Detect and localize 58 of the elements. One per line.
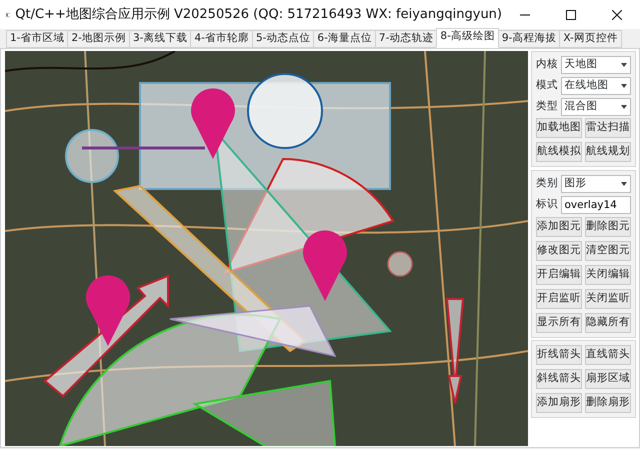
- arrow-overlay[interactable]: [43, 274, 169, 398]
- action-button[interactable]: 关闭监听: [584, 288, 631, 308]
- tab[interactable]: X-网页控件: [559, 30, 622, 48]
- input-field[interactable]: overlay14: [560, 196, 631, 214]
- caret-icon: [620, 182, 627, 186]
- triangle-overlay[interactable]: [169, 305, 336, 358]
- tab[interactable]: 5-动态点位: [252, 30, 314, 48]
- pin-icon[interactable]: [86, 275, 130, 346]
- tab[interactable]: 3-离线下载: [128, 30, 192, 48]
- triangle-overlay[interactable]: [192, 380, 336, 446]
- field-label: 类别: [536, 176, 558, 192]
- action-button[interactable]: 删除扇形: [584, 393, 631, 414]
- window-title: Qt/C++地图综合应用示例 V20250526 (QQ: 517216493 WX: feiyangqingyun): [15, 6, 502, 24]
- action-button[interactable]: 修改图元: [536, 240, 582, 260]
- action-button[interactable]: 雷达扫描: [584, 118, 631, 138]
- circle-overlay[interactable]: [65, 129, 119, 183]
- field-label: 内核: [536, 57, 558, 72]
- tab[interactable]: 2-地图示例: [67, 30, 130, 48]
- action-button[interactable]: 斜线箭头: [536, 369, 582, 390]
- field-label: 标识: [536, 196, 558, 212]
- action-button[interactable]: 添加图元: [536, 216, 582, 236]
- action-button[interactable]: 直线箭头: [584, 345, 631, 366]
- field-label: 类型: [536, 98, 558, 114]
- pin-icon[interactable]: [303, 230, 347, 301]
- action-button[interactable]: 折线箭头: [536, 345, 582, 366]
- action-button[interactable]: 航线模拟: [536, 142, 582, 162]
- action-button[interactable]: 添加扇形: [536, 393, 582, 414]
- caret-icon: [620, 63, 627, 67]
- arrow-overlay[interactable]: [446, 298, 464, 404]
- action-button[interactable]: 开启编辑: [536, 264, 582, 284]
- circle-overlay[interactable]: [387, 251, 413, 277]
- action-button[interactable]: 航线规划: [584, 142, 631, 162]
- dropdown[interactable]: 图形: [560, 175, 631, 193]
- action-button[interactable]: 加载地图: [536, 118, 582, 138]
- action-button[interactable]: 扇形区域: [584, 369, 631, 390]
- tab[interactable]: 7-动态轨迹: [374, 30, 438, 48]
- circle-overlay[interactable]: [247, 73, 323, 149]
- maximize-icon[interactable]: [566, 10, 576, 20]
- map-view[interactable]: [5, 51, 528, 446]
- close-icon[interactable]: [612, 10, 622, 20]
- dropdown[interactable]: 混合图: [560, 98, 631, 116]
- action-button[interactable]: 删除图元: [584, 216, 631, 236]
- caret-icon: [620, 84, 627, 88]
- field-label: 模式: [536, 78, 558, 93]
- tab[interactable]: 9-高程海拔: [498, 30, 560, 48]
- tab[interactable]: 4-省市轮廓: [190, 30, 253, 48]
- caret-icon: [620, 104, 627, 108]
- action-button[interactable]: 开启监听: [536, 288, 582, 308]
- dropdown[interactable]: 天地图: [560, 56, 631, 74]
- action-button[interactable]: 清空图元: [584, 240, 631, 260]
- dropdown[interactable]: 在线地图: [560, 76, 631, 95]
- tab[interactable]: 8-高级绘图: [436, 28, 499, 48]
- tab[interactable]: 1-省市区域: [6, 30, 68, 48]
- action-button[interactable]: 隐藏所有: [584, 312, 631, 332]
- action-button[interactable]: 关闭编辑: [584, 264, 631, 284]
- pin-icon[interactable]: [191, 88, 235, 159]
- action-button[interactable]: 显示所有: [536, 312, 582, 332]
- tab[interactable]: 6-海量点位: [313, 30, 376, 48]
